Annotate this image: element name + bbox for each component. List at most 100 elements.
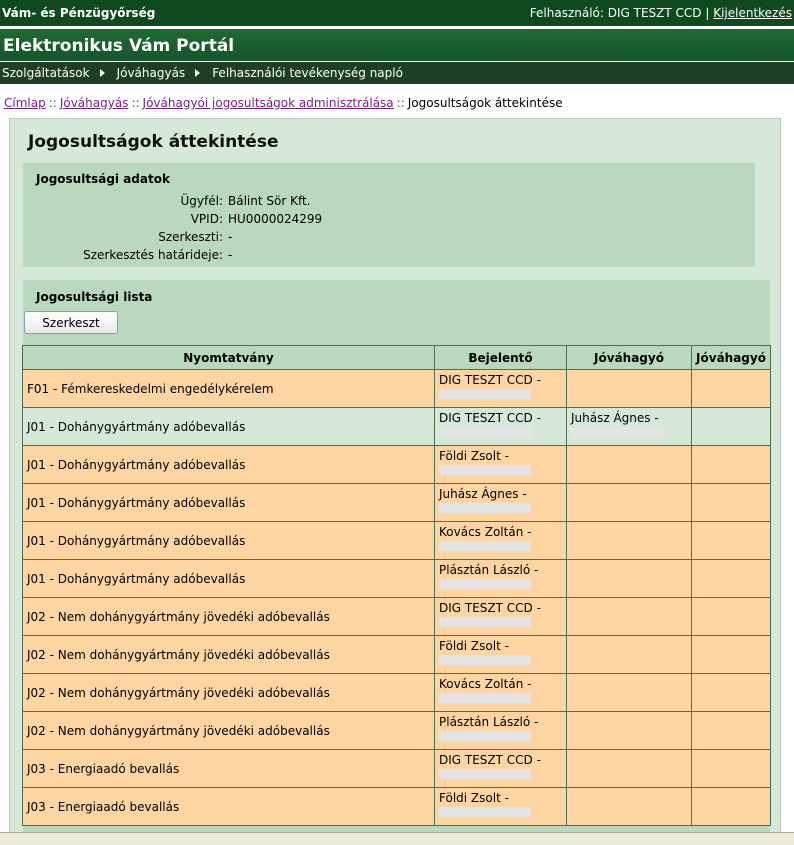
- breadcrumb-approver-admin[interactable]: Jóváhagyói jogosultságok adminisztrálása: [143, 96, 394, 110]
- reporter-name: Földi Zsolt -: [439, 639, 509, 653]
- form-cell: J03 - Energiaadó bevallás: [22, 787, 435, 826]
- table-row: J02 - Nem dohánygyártmány jövedéki adóbe…: [22, 711, 771, 750]
- nav-arrow-icon: [99, 69, 105, 77]
- user-label: Felhasználó: DIG TESZT CCD |: [529, 6, 710, 20]
- reporter-cell: Juhász Ágnes -: [434, 483, 567, 522]
- redacted-field: [439, 465, 531, 475]
- table-row: J01 - Dohánygyártmány adóbevallás Kovács …: [22, 521, 771, 560]
- redacted-field: [439, 655, 531, 665]
- approver-2-cell: [691, 559, 771, 598]
- info-heading: Jogosultsági adatok: [36, 172, 170, 186]
- column-header-form: Nyomtatvány: [22, 345, 435, 370]
- breadcrumb-separator: ::: [131, 96, 140, 110]
- approver-2-cell: [691, 483, 771, 522]
- logout-link[interactable]: Kijelentkezés: [713, 6, 792, 20]
- table-row: J02 - Nem dohánygyártmány jövedéki adóbe…: [22, 597, 771, 636]
- table-row: J01 - Dohánygyártmány adóbevallás Plásztá…: [22, 559, 771, 598]
- nav-item-approval[interactable]: Jóváhagyás: [115, 66, 188, 80]
- info-label: Szerkesztés határideje:: [83, 248, 223, 262]
- info-value: -: [228, 230, 233, 244]
- redacted-field: [439, 503, 531, 513]
- reporter-cell: DIG TESZT CCD -: [434, 597, 567, 636]
- approver-cell: [566, 521, 692, 560]
- approver-cell: [566, 673, 692, 712]
- approver-name: Juhász Ágnes -: [571, 411, 659, 425]
- approver-cell: [566, 635, 692, 674]
- form-cell: J02 - Nem dohánygyártmány jövedéki adóbe…: [22, 635, 435, 674]
- redacted-field: [439, 541, 531, 551]
- form-cell: F01 - Fémkereskedelmi engedélykérelem: [22, 369, 435, 408]
- approver-2-cell: [691, 749, 771, 788]
- approver-2-cell: [691, 787, 771, 826]
- list-heading: Jogosultsági lista: [36, 290, 153, 304]
- breadcrumb-home[interactable]: Címlap: [4, 96, 46, 110]
- table-row: F01 - Fémkereskedelmi engedélykérelem DIG…: [22, 369, 771, 408]
- nav-item-services[interactable]: Szolgáltatások: [0, 66, 92, 80]
- breadcrumb-separator: ::: [396, 96, 405, 110]
- redacted-field: [439, 769, 531, 779]
- info-label: VPID:: [190, 212, 223, 226]
- form-cell: J01 - Dohánygyártmány adóbevallás: [22, 521, 435, 560]
- form-cell: J03 - Energiaadó bevallás: [22, 749, 435, 788]
- table-row: J03 - Energiaadó bevallás DIG TESZT CCD -: [22, 749, 771, 788]
- portal-banner: Elektronikus Vám Portál: [0, 26, 794, 62]
- info-row-editor: Szerkeszti: -: [23, 230, 755, 248]
- breadcrumb: Címlap:: Jóváhagyás:: Jóváhagyói jogosults…: [4, 96, 563, 110]
- reporter-name: DIG TESZT CCD -: [439, 753, 541, 767]
- info-value: -: [228, 248, 233, 262]
- redacted-field: [439, 807, 531, 817]
- main-nav: Szolgáltatások Jóváhagyás Felhasználói t…: [0, 62, 794, 84]
- nav-arrow-icon: [195, 69, 201, 77]
- approver-cell: [566, 749, 692, 788]
- nav-item-activity-log[interactable]: Felhasználói tevékenység napló: [210, 66, 405, 80]
- approver-2-cell: [691, 407, 771, 446]
- form-cell: J02 - Nem dohánygyártmány jövedéki adóbe…: [22, 673, 435, 712]
- table-row: J02 - Nem dohánygyártmány jövedéki adóbe…: [22, 673, 771, 712]
- reporter-name: Kovács Zoltán -: [439, 677, 532, 691]
- form-cell: J01 - Dohánygyártmány adóbevallás: [22, 483, 435, 522]
- info-label: Szerkeszti:: [158, 230, 223, 244]
- approver-cell: [566, 787, 692, 826]
- redacted-field: [439, 693, 531, 703]
- reporter-cell: Kovács Zoltán -: [434, 521, 567, 560]
- form-cell: J02 - Nem dohánygyártmány jövedéki adóbe…: [22, 597, 435, 636]
- reporter-cell: Földi Zsolt -: [434, 787, 567, 826]
- breadcrumb-current: Jogosultságok áttekintése: [407, 96, 563, 110]
- reporter-name: Juhász Ágnes -: [439, 487, 527, 501]
- reporter-cell: Plásztán László -: [434, 559, 567, 598]
- org-name: Vám- és Pénzügyőrség: [2, 6, 156, 20]
- reporter-name: Kovács Zoltán -: [439, 525, 532, 539]
- approver-2-cell: [691, 635, 771, 674]
- redacted-field: [571, 427, 666, 437]
- reporter-cell: Plásztán László -: [434, 711, 567, 750]
- reporter-name: Plásztán László -: [439, 563, 539, 577]
- reporter-cell: Kovács Zoltán -: [434, 673, 567, 712]
- page-title: Jogosultságok áttekintése: [28, 132, 279, 152]
- form-cell: J01 - Dohánygyártmány adóbevallás: [22, 407, 435, 446]
- approver-cell: Juhász Ágnes -: [566, 407, 692, 446]
- top-bar: Vám- és Pénzügyőrség Felhasználó: DIG TE…: [0, 0, 794, 26]
- approver-2-cell: [691, 597, 771, 636]
- reporter-name: Földi Zsolt -: [439, 791, 509, 805]
- table-row: J03 - Energiaadó bevallás Földi Zsolt -: [22, 787, 771, 826]
- reporter-name: Földi Zsolt -: [439, 449, 509, 463]
- table-row: J01 - Dohánygyártmány adóbevallás Földi Z…: [22, 445, 771, 484]
- info-row-vpid: VPID: HU0000024299: [23, 212, 755, 230]
- approver-cell: [566, 559, 692, 598]
- approver-2-cell: [691, 711, 771, 750]
- form-cell: J02 - Nem dohánygyártmány jövedéki adóbe…: [22, 711, 435, 750]
- reporter-name: DIG TESZT CCD -: [439, 373, 541, 387]
- user-info: Felhasználó: DIG TESZT CCD | Kijelentkez…: [530, 6, 794, 20]
- column-header-approver-2: Jóváhagyó: [691, 345, 771, 370]
- approver-2-cell: [691, 673, 771, 712]
- edit-button[interactable]: Szerkeszt: [24, 311, 118, 334]
- breadcrumb-approval[interactable]: Jóváhagyás: [60, 96, 129, 110]
- portal-title: Elektronikus Vám Portál: [3, 36, 235, 56]
- info-value: HU0000024299: [228, 212, 323, 226]
- column-header-reporter: Bejelentő: [434, 345, 567, 370]
- approver-2-cell: [691, 445, 771, 484]
- approver-cell: [566, 369, 692, 408]
- redacted-field: [439, 389, 531, 399]
- reporter-cell: DIG TESZT CCD -: [434, 369, 567, 408]
- breadcrumb-separator: ::: [48, 96, 57, 110]
